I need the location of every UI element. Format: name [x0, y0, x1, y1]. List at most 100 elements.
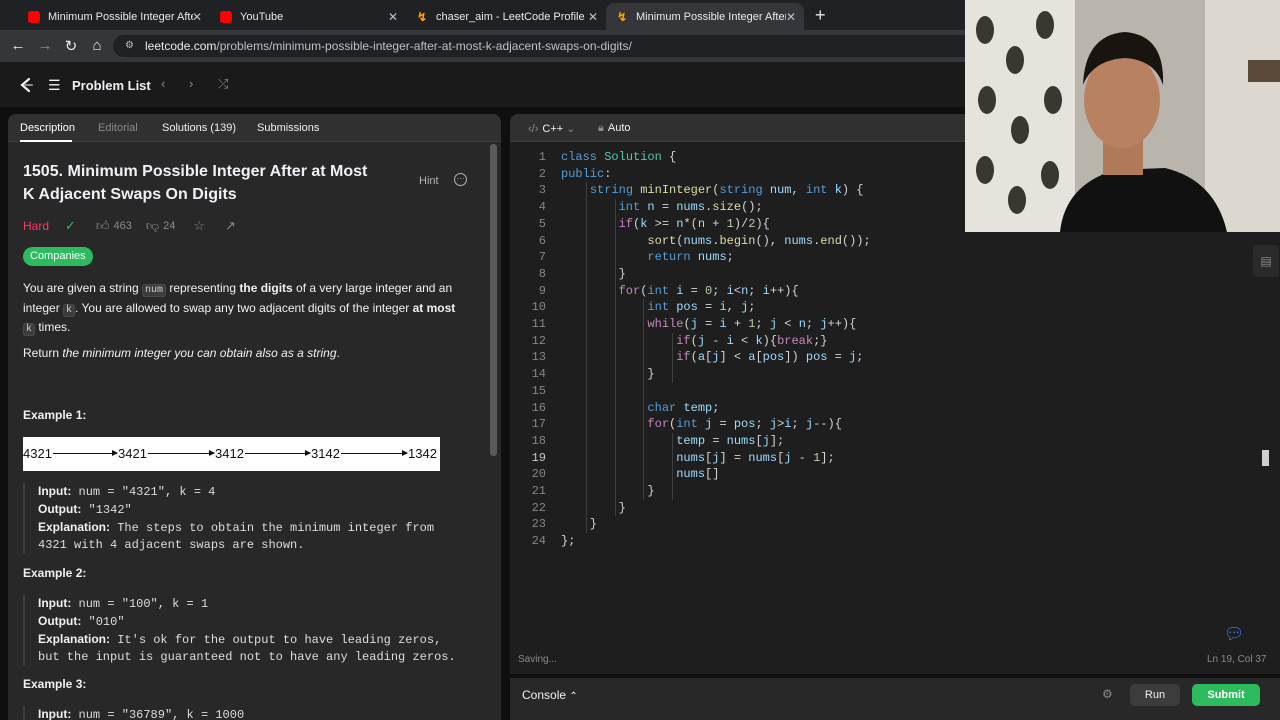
- indent-guide: [585, 182, 587, 534]
- browser-tab-active[interactable]: ↯ Minimum Possible Integer After a ✕: [606, 3, 804, 30]
- label: Input:: [38, 596, 72, 610]
- home-icon[interactable]: ⌂: [88, 37, 106, 54]
- editor-bottom-bar: Console ⌃ ⚙ Run Submit: [510, 678, 1280, 720]
- code-line[interactable]: if(a[j] < a[pos]) pos = j;: [561, 349, 863, 366]
- code-line[interactable]: int n = nums.size();: [561, 199, 763, 216]
- line-number: 10: [531, 300, 546, 315]
- url-path: /problems/minimum-possible-integer-after…: [216, 39, 632, 53]
- code-line[interactable]: int pos = i, j;: [561, 299, 755, 316]
- close-icon[interactable]: ✕: [192, 10, 202, 24]
- code-line[interactable]: };: [561, 533, 575, 550]
- editor-scrollbar[interactable]: [1262, 450, 1269, 466]
- problem-list-link[interactable]: Problem List: [72, 78, 151, 93]
- line-number: 22: [531, 500, 546, 515]
- webcam-overlay: [965, 0, 1280, 232]
- prev-problem-icon[interactable]: ‹: [161, 76, 165, 91]
- code-line[interactable]: for(int j = pos; j>i; j--){: [561, 416, 841, 433]
- notes-icon[interactable]: ▤: [1253, 245, 1279, 277]
- code-line[interactable]: sort(nums.begin(), nums.end());: [561, 233, 870, 250]
- example-1-block: Input: num = "4321", k = 4 Output: "1342…: [23, 483, 463, 554]
- back-icon[interactable]: ←: [9, 37, 27, 54]
- site-info-icon[interactable]: ⚙: [125, 35, 134, 57]
- code-line[interactable]: }: [561, 500, 626, 517]
- arrow-icon: [148, 450, 215, 456]
- language-select[interactable]: ‹/› C++ ⌄: [528, 122, 575, 135]
- chat-icon[interactable]: 💬︎: [1224, 624, 1244, 644]
- next-problem-icon[interactable]: ›: [189, 76, 193, 91]
- indent-guide: [614, 199, 616, 517]
- label: Input:: [38, 707, 72, 720]
- line-number: 11: [531, 317, 546, 331]
- code-line[interactable]: public:: [561, 166, 611, 183]
- tab-description[interactable]: Description: [20, 122, 75, 134]
- description-scrollbar[interactable]: [490, 144, 497, 456]
- more-icon[interactable]: ···: [454, 173, 467, 186]
- browser-tab[interactable]: YouTube ✕: [210, 3, 406, 30]
- code-line[interactable]: string minInteger(string num, int k) {: [561, 182, 864, 199]
- code-line[interactable]: nums[]: [561, 466, 719, 483]
- presenter-video-image: [965, 0, 1280, 232]
- line-number: 18: [531, 433, 546, 448]
- address-bar[interactable]: ⚙ leetcode.com/problems/minimum-possible…: [113, 35, 1013, 57]
- tab-title: Minimum Possible Integer After a: [636, 10, 786, 23]
- run-button[interactable]: Run: [1130, 684, 1180, 706]
- code-line[interactable]: class Solution {: [561, 149, 676, 166]
- tab-title: YouTube: [240, 10, 284, 23]
- chevron-up-icon: ⌃: [569, 691, 578, 702]
- browser-tab[interactable]: ↯ chaser_aim - LeetCode Profile ✕: [406, 3, 606, 30]
- console-label: Console: [522, 688, 567, 702]
- settings-icon[interactable]: ⚙: [1102, 687, 1113, 701]
- line-number: 5: [538, 216, 546, 231]
- problem-return-statement: Return the minimum integer you can obtai…: [23, 345, 463, 363]
- leetcode-icon: ↯: [616, 9, 628, 24]
- statement-text: times.: [35, 320, 71, 334]
- code-line[interactable]: while(j = i + 1; j < n; j++){: [561, 316, 856, 333]
- code-line[interactable]: if(j - i < k){break;}: [561, 333, 827, 350]
- browser-tab[interactable]: Minimum Possible Integer After a ✕: [18, 3, 210, 30]
- hint-button[interactable]: Hint: [419, 175, 439, 187]
- label: Output:: [38, 502, 82, 516]
- code-line[interactable]: }: [561, 366, 654, 383]
- thumbs-down-icon[interactable]: 👎︎: [146, 218, 159, 234]
- line-number: 23: [531, 517, 546, 532]
- share-icon[interactable]: ↗: [225, 218, 236, 234]
- submit-button[interactable]: Submit: [1192, 684, 1260, 706]
- tab-editorial[interactable]: Editorial: [98, 122, 138, 134]
- new-tab-button[interactable]: +: [815, 5, 826, 26]
- example-3-block: Input: num = "36789", k = 1000: [23, 706, 463, 720]
- label: Explanation:: [38, 520, 111, 534]
- leetcode-logo-icon[interactable]: [18, 75, 36, 95]
- code-line[interactable]: for(int i = 0; i<n; i++){: [561, 283, 799, 300]
- reload-icon[interactable]: ↻: [62, 37, 80, 55]
- auto-mode-toggle[interactable]: 🔒︎ Auto: [598, 122, 631, 135]
- line-number: 14: [531, 367, 546, 382]
- code-line[interactable]: }: [561, 266, 626, 283]
- code-line[interactable]: char temp;: [561, 400, 719, 417]
- tab-submissions[interactable]: Submissions: [257, 122, 319, 134]
- tab-solutions[interactable]: Solutions (139): [162, 122, 236, 134]
- example-input: num = "36789", k = 1000: [78, 708, 245, 720]
- cursor-position: Ln 19, Col 37: [1207, 654, 1267, 665]
- star-icon[interactable]: ☆: [193, 218, 205, 234]
- statement-italic: the minimum integer you can obtain also …: [62, 346, 337, 360]
- line-number: 1: [538, 150, 546, 164]
- youtube-icon: [220, 10, 232, 23]
- companies-badge[interactable]: Companies: [23, 247, 93, 266]
- thumbs-up-icon[interactable]: 👍︎: [96, 218, 110, 234]
- line-number: 6: [538, 233, 546, 248]
- close-icon[interactable]: ✕: [588, 10, 598, 24]
- code-line[interactable]: return nums;: [561, 249, 733, 266]
- forward-icon[interactable]: →: [36, 37, 54, 54]
- code-line[interactable]: nums[j] = nums[j - 1];: [561, 450, 834, 467]
- console-toggle[interactable]: Console ⌃: [522, 688, 578, 702]
- close-icon[interactable]: ✕: [388, 10, 398, 24]
- inline-code: k: [63, 303, 76, 317]
- line-number: 24: [531, 534, 546, 549]
- list-icon[interactable]: ☰: [48, 77, 61, 94]
- code-line[interactable]: if(k >= n*(n + 1)/2){: [561, 216, 770, 233]
- code-line[interactable]: }: [561, 516, 597, 533]
- statement-text: Return: [23, 346, 63, 360]
- code-line[interactable]: }: [561, 483, 654, 500]
- close-icon[interactable]: ✕: [786, 10, 796, 24]
- shuffle-icon[interactable]: ⤮: [218, 76, 228, 92]
